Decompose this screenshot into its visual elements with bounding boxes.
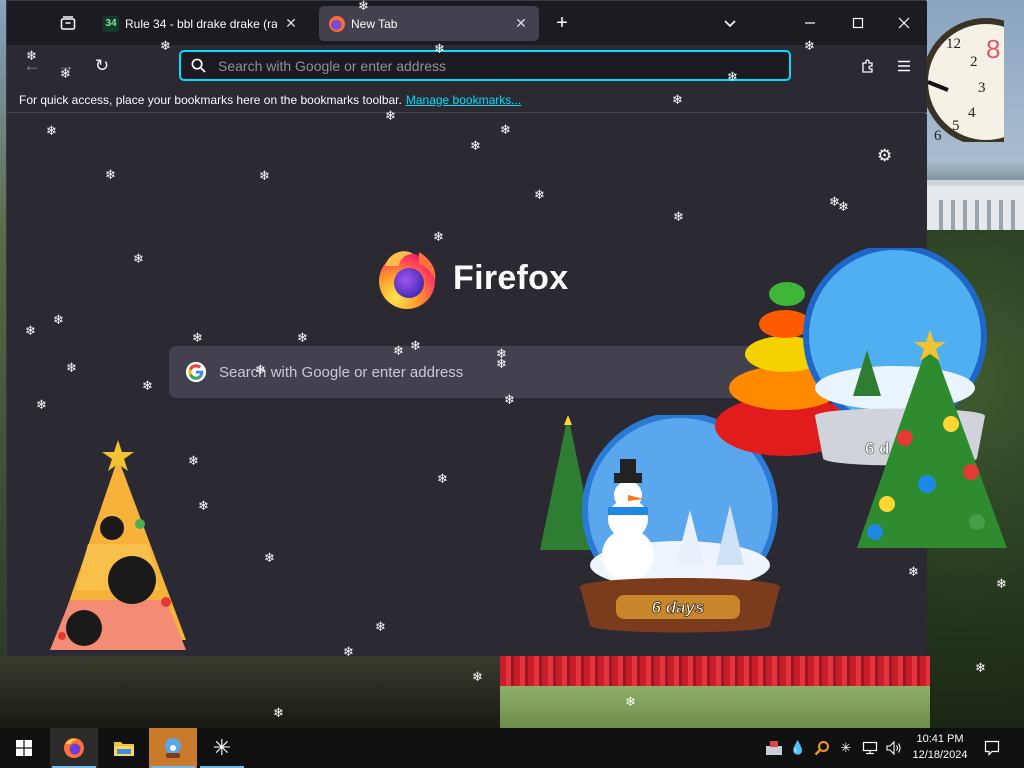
tab-rule34[interactable]: 34 Rule 34 - bbl drake drake (rappe ✕ — [93, 6, 309, 41]
folder-icon — [114, 742, 134, 756]
clock-face: 12 2 3 4 5 6 8 — [924, 18, 1004, 142]
manage-bookmarks-link[interactable]: Manage bookmarks... — [406, 93, 521, 107]
snowflake-tray-icon: ✳ — [840, 740, 852, 756]
close-icon — [898, 17, 910, 29]
network-icon — [862, 741, 878, 755]
tray-volume-icon[interactable] — [884, 738, 904, 758]
taskbar-firefox[interactable] — [50, 728, 98, 768]
plus-icon: + — [556, 11, 568, 34]
bookmarks-hint-text: For quick access, place your bookmarks h… — [19, 92, 402, 107]
new-tab-search-input[interactable] — [219, 363, 759, 381]
clock-digit-2: 2 — [970, 54, 978, 70]
taskbar-date: 12/18/2024 — [912, 749, 968, 761]
orange-search-icon — [814, 741, 829, 756]
firefox-favicon-icon — [329, 15, 345, 32]
tray-water-icon[interactable]: 💧 — [788, 738, 808, 758]
volume-icon — [886, 741, 901, 755]
maximize-icon — [852, 17, 864, 29]
action-center-button[interactable] — [982, 738, 1002, 758]
firefox-view-icon — [60, 16, 76, 30]
tab-close-icon[interactable]: ✕ — [283, 15, 299, 32]
reload-icon: ↻ — [94, 56, 110, 75]
arrow-right-icon: → — [57, 56, 75, 75]
tab-title: New Tab — [351, 16, 398, 31]
taskbar-clock[interactable]: 10:41 PM 12/18/2024 — [905, 731, 975, 763]
tray-search-icon[interactable] — [812, 738, 832, 758]
clock-digit-4: 4 — [968, 105, 976, 121]
water-drop-icon: 💧 — [789, 740, 807, 755]
snowflake-app-icon: ✳ — [212, 735, 232, 761]
firefox-view-button[interactable] — [51, 9, 85, 37]
close-window-button[interactable] — [881, 1, 927, 45]
start-button[interactable] — [0, 728, 48, 768]
firefox-wordmark: Firefox — [453, 258, 569, 297]
address-bar[interactable] — [179, 50, 791, 81]
puzzle-piece-icon — [862, 59, 873, 73]
minimize-icon — [805, 22, 815, 24]
arrow-left-icon: ← — [23, 56, 41, 75]
taskbar-time: 10:41 PM — [916, 733, 964, 745]
forward-button[interactable]: → — [51, 51, 81, 81]
taskbar-christmas-app[interactable] — [149, 728, 197, 768]
tab-title: Rule 34 - bbl drake drake (rappe — [125, 16, 277, 31]
clock-digit-3: 3 — [978, 80, 986, 96]
tab-bar: 34 Rule 34 - bbl drake drake (rappe ✕ Ne… — [7, 1, 927, 45]
gear-icon: ⚙ — [877, 146, 893, 165]
clock-digit-5: 5 — [952, 118, 960, 134]
back-button[interactable]: ← — [17, 51, 47, 81]
tray-network-icon[interactable] — [860, 738, 880, 758]
firefox-logo-icon — [379, 251, 436, 309]
firefox-brand: Firefox — [375, 246, 568, 310]
app-menu-button[interactable] — [889, 51, 919, 81]
bookmarks-toolbar: For quick access, place your bookmarks h… — [7, 87, 927, 113]
svg-text:8: 8 — [986, 34, 1000, 64]
wallpaper-lawn — [500, 686, 930, 728]
extensions-button[interactable] — [853, 51, 883, 81]
tab-new-tab[interactable]: New Tab ✕ — [319, 6, 539, 41]
tray-app-icon[interactable] — [764, 738, 784, 758]
address-input[interactable] — [218, 57, 789, 74]
clock-digit-6: 6 — [934, 128, 942, 142]
tab-close-icon[interactable]: ✕ — [513, 15, 529, 32]
navigation-toolbar: ← → ↻ — [7, 45, 927, 87]
google-logo-icon — [185, 361, 207, 383]
taskbar-snow-app[interactable]: ✳ — [198, 728, 246, 768]
new-tab-button[interactable]: + — [547, 9, 577, 37]
tray-snow-icon[interactable]: ✳ — [836, 738, 856, 758]
taskbar: ✳ 💧 ✳ 10:41 PM 12/18/2024 — [0, 728, 1024, 768]
new-tab-search-box[interactable] — [169, 346, 759, 398]
desktop-clock-gadget[interactable]: 12 2 3 4 5 6 8 — [918, 8, 1004, 142]
maximize-button[interactable] — [835, 1, 881, 45]
wallpaper-shadow — [0, 656, 500, 728]
search-icon — [191, 58, 206, 73]
list-all-tabs-button[interactable] — [707, 1, 753, 45]
wallpaper-flowers — [500, 656, 930, 686]
site-favicon-icon: 34 — [103, 15, 119, 32]
clock-digit-12: 12 — [946, 36, 961, 52]
new-tab-page: ⚙ Firefox Search with Google or enter ad… — [7, 114, 927, 656]
reload-button[interactable]: ↻ — [87, 51, 117, 81]
notification-icon — [984, 740, 1000, 756]
windows-logo-icon — [16, 740, 32, 756]
taskbar-file-explorer[interactable] — [100, 728, 148, 768]
firefox-window[interactable]: 34 Rule 34 - bbl drake drake (rappe ✕ Ne… — [6, 0, 927, 656]
network-app-icon — [766, 741, 782, 755]
personalize-button[interactable]: ⚙ — [877, 146, 892, 166]
snow-globe-app-icon — [165, 738, 181, 758]
hamburger-menu-icon — [898, 60, 910, 72]
minimize-button[interactable] — [787, 1, 833, 45]
firefox-icon — [64, 738, 84, 758]
chevron-down-icon — [724, 20, 736, 28]
wallpaper-trees — [925, 230, 1024, 728]
